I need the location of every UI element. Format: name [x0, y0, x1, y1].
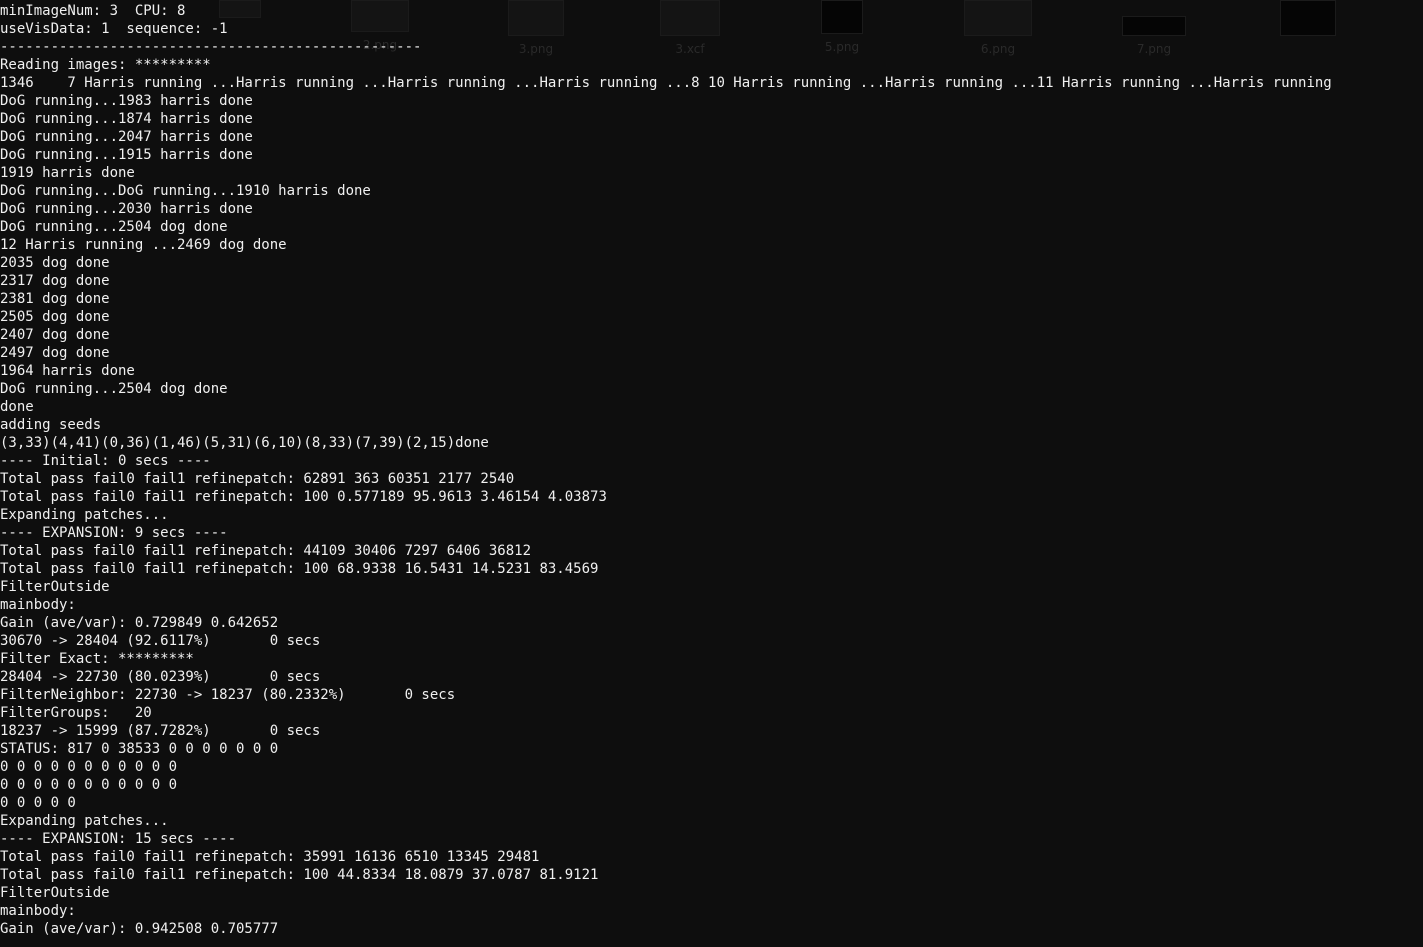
terminal-line: DoG running...1915 harris done	[0, 147, 253, 163]
terminal-line: FilterOutside	[0, 885, 110, 901]
terminal-line: 0 0 0 0 0 0 0 0 0 0 0	[0, 777, 178, 793]
terminal-line: ---- EXPANSION: 15 secs ----	[0, 831, 237, 847]
terminal-line: 30670 -> 28404 (92.6117%) 0 secs	[0, 633, 321, 649]
terminal-line: 12 Harris running ...2469 dog done	[0, 237, 287, 253]
terminal-line: mainbody:	[0, 903, 76, 919]
desktop-background: 2.png 3.png 3.xcf 5.png 6.png 7.png minI…	[0, 0, 1423, 947]
terminal-line: DoG running...2047 harris done	[0, 129, 253, 145]
terminal-line: DoG running...2504 dog done	[0, 381, 228, 397]
terminal-line: 0 0 0 0 0 0 0 0 0 0 0	[0, 759, 178, 775]
terminal-line: Total pass fail0 fail1 refinepatch: 100 …	[0, 489, 607, 505]
terminal-line: Total pass fail0 fail1 refinepatch: 4410…	[0, 543, 532, 559]
terminal-line: Reading images: *********	[0, 57, 211, 73]
terminal-line: DoG running...DoG running...1910 harris …	[0, 183, 371, 199]
terminal-line: 28404 -> 22730 (80.0239%) 0 secs	[0, 669, 321, 685]
terminal-line: Expanding patches...	[0, 813, 169, 829]
terminal-window[interactable]: minImageNum: 3 CPU: 8 useVisData: 1 seque…	[0, 0, 1423, 947]
terminal-line: (3,33)(4,41)(0,36)(1,46)(5,31)(6,10)(8,3…	[0, 435, 489, 451]
terminal-line: Gain (ave/var): 0.942508 0.705777	[0, 921, 279, 937]
terminal-line: 1964 harris done	[0, 363, 135, 379]
terminal-output: minImageNum: 3 CPU: 8 useVisData: 1 seque…	[0, 2, 1423, 938]
terminal-line: FilterGroups: 20	[0, 705, 152, 721]
terminal-line: 2381 dog done	[0, 291, 110, 307]
terminal-line: 1919 harris done	[0, 165, 135, 181]
terminal-line: 2505 dog done	[0, 309, 110, 325]
terminal-line: DoG running...1874 harris done	[0, 111, 253, 127]
terminal-line: FilterNeighbor: 22730 -> 18237 (80.2332%…	[0, 687, 456, 703]
terminal-line: 1346 7 Harris running ...Harris running …	[0, 75, 1332, 91]
terminal-line: Filter Exact: *********	[0, 651, 194, 667]
terminal-line: done	[0, 399, 34, 415]
terminal-line: Gain (ave/var): 0.729849 0.642652	[0, 615, 279, 631]
terminal-line: DoG running...2504 dog done	[0, 219, 228, 235]
terminal-line: STATUS: 817 0 38533 0 0 0 0 0 0 0	[0, 741, 279, 757]
terminal-line: DoG running...2030 harris done	[0, 201, 253, 217]
terminal-line: DoG running...1983 harris done	[0, 93, 253, 109]
terminal-line: 0 0 0 0 0	[0, 795, 76, 811]
terminal-line: ---- Initial: 0 secs ----	[0, 453, 211, 469]
terminal-line: Total pass fail0 fail1 refinepatch: 6289…	[0, 471, 515, 487]
terminal-line: Total pass fail0 fail1 refinepatch: 3599…	[0, 849, 540, 865]
terminal-line: ----------------------------------------…	[0, 39, 422, 55]
terminal-line: Total pass fail0 fail1 refinepatch: 100 …	[0, 561, 599, 577]
terminal-line: FilterOutside	[0, 579, 110, 595]
terminal-line: 2317 dog done	[0, 273, 110, 289]
terminal-line: minImageNum: 3 CPU: 8	[0, 3, 186, 19]
terminal-line: 18237 -> 15999 (87.7282%) 0 secs	[0, 723, 321, 739]
terminal-line: 2035 dog done	[0, 255, 110, 271]
terminal-line: adding seeds	[0, 417, 102, 433]
terminal-line: 2497 dog done	[0, 345, 110, 361]
terminal-line: useVisData: 1 sequence: -1	[0, 21, 228, 37]
terminal-line: ---- EXPANSION: 9 secs ----	[0, 525, 228, 541]
terminal-line: mainbody:	[0, 597, 76, 613]
terminal-line: 2407 dog done	[0, 327, 110, 343]
terminal-line: Expanding patches...	[0, 507, 169, 523]
terminal-line: Total pass fail0 fail1 refinepatch: 100 …	[0, 867, 599, 883]
